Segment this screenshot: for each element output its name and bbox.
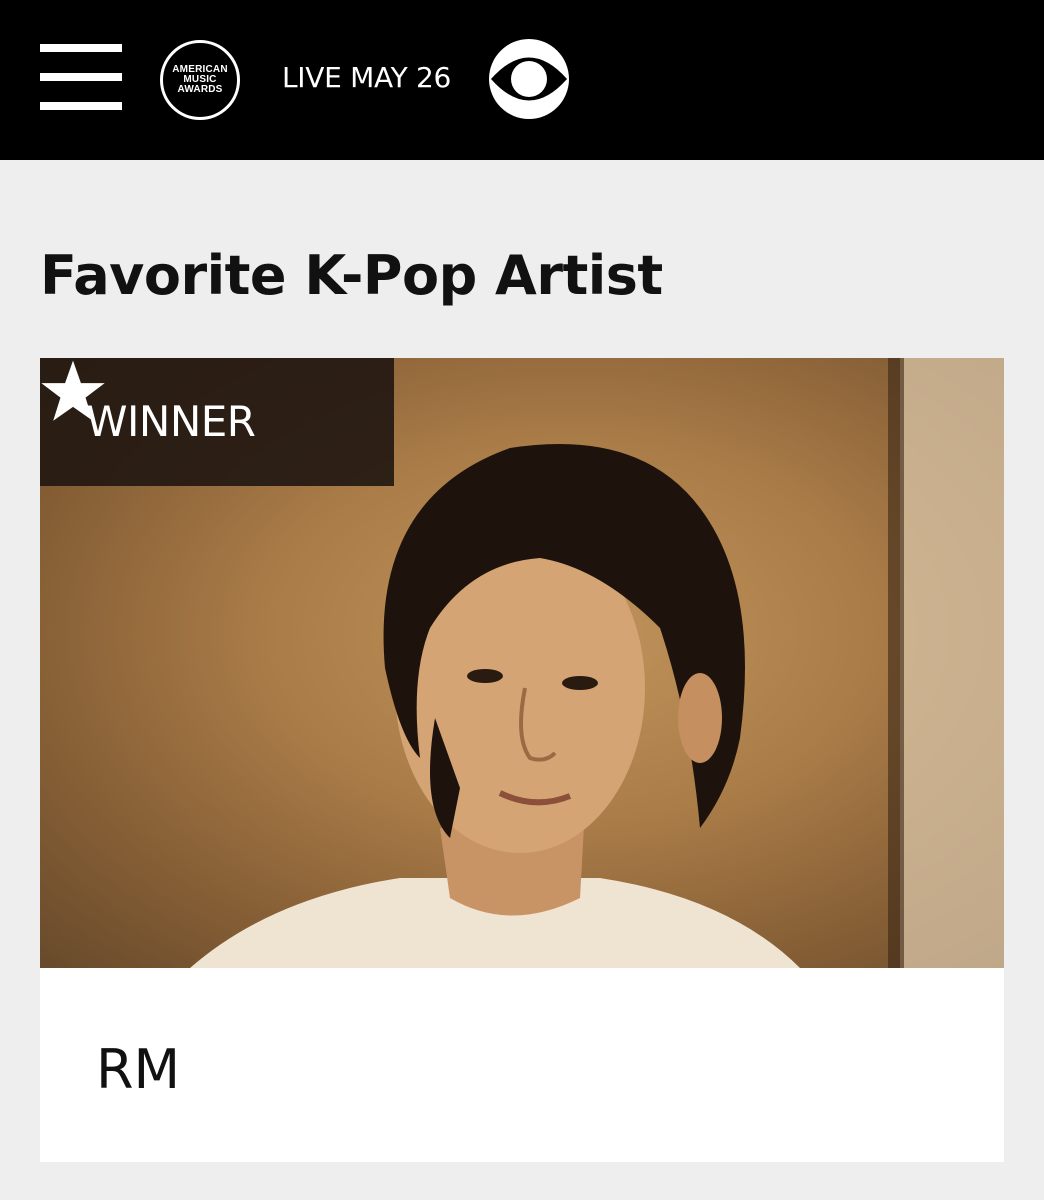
- menu-line: [40, 102, 122, 110]
- menu-line: [40, 73, 122, 81]
- top-nav-bar: AMERICAN MUSIC AWARDS LIVE MAY 26: [0, 0, 1044, 160]
- artist-name[interactable]: RM: [96, 1038, 180, 1102]
- menu-line: [40, 44, 122, 52]
- star-icon: [41, 360, 105, 421]
- logo-text-line3: AWARDS: [177, 84, 223, 95]
- category-title: Favorite K-Pop Artist: [40, 244, 663, 307]
- live-date-text: LIVE MAY 26: [282, 61, 452, 94]
- nominee-card[interactable]: WINNER RM: [40, 358, 1004, 1162]
- hamburger-menu-icon[interactable]: [40, 44, 122, 110]
- winner-label: WINNER: [86, 397, 256, 446]
- artist-photo: WINNER: [40, 358, 1004, 968]
- cbs-eye-icon[interactable]: [488, 38, 570, 120]
- ama-logo[interactable]: AMERICAN MUSIC AWARDS: [160, 40, 240, 120]
- winner-badge: WINNER: [40, 358, 394, 486]
